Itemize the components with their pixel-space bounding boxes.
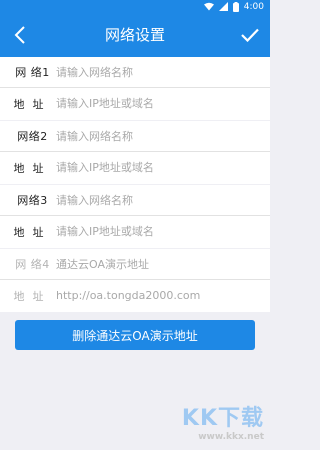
network-address-label: 地址 <box>13 225 52 239</box>
checkmark-icon <box>241 28 259 42</box>
network-name-input[interactable] <box>56 129 270 143</box>
network-address-label: 地址 <box>13 289 52 303</box>
network-name-input[interactable] <box>56 193 270 207</box>
network-name-label: 网络3 <box>17 194 48 207</box>
watermark-url: www.kkx.net <box>198 432 264 442</box>
network-group-1: 网 络1 地址 <box>0 57 270 120</box>
network-address-input[interactable] <box>56 225 270 238</box>
status-time: 4:00 <box>243 1 264 12</box>
network-address-row: 地址 <box>0 280 270 311</box>
network-address-label: 地址 <box>13 97 52 111</box>
network-address-row: 地址 <box>0 88 270 119</box>
network-group-3: 网络3 地址 <box>0 185 270 248</box>
network-address-input[interactable] <box>56 161 270 174</box>
network-address-input[interactable] <box>56 97 270 110</box>
delete-demo-address-button[interactable]: 删除通达云OA演示地址 <box>15 320 255 350</box>
confirm-button[interactable] <box>238 23 262 47</box>
network-group-4: 网 络4 地址 <box>0 249 270 312</box>
network-name-label: 网 络4 <box>15 258 50 271</box>
watermark: KK下载 www.kkx.net <box>182 400 264 442</box>
network-address-input <box>56 289 270 302</box>
network-name-input <box>56 257 270 271</box>
network-group-2: 网络2 地址 <box>0 121 270 184</box>
toolbar: 网络设置 <box>0 13 270 57</box>
network-name-input[interactable] <box>56 65 270 79</box>
network-name-label: 网络2 <box>17 130 48 143</box>
page-title: 网络设置 <box>104 26 165 44</box>
network-address-row: 地址 <box>0 152 270 183</box>
network-address-label: 地址 <box>13 161 52 175</box>
network-address-row: 地址 <box>0 216 270 247</box>
network-name-row: 网 络4 <box>0 249 270 280</box>
network-name-row: 网络2 <box>0 121 270 152</box>
wifi-icon <box>203 2 214 11</box>
watermark-brand: KK下载 <box>181 406 264 431</box>
network-name-label: 网 络1 <box>15 66 50 79</box>
signal-icon <box>218 2 228 11</box>
status-bar: 4:00 <box>0 0 270 13</box>
network-name-row: 网 络1 <box>0 57 270 88</box>
battery-icon <box>232 1 239 12</box>
network-name-row: 网络3 <box>0 185 270 216</box>
